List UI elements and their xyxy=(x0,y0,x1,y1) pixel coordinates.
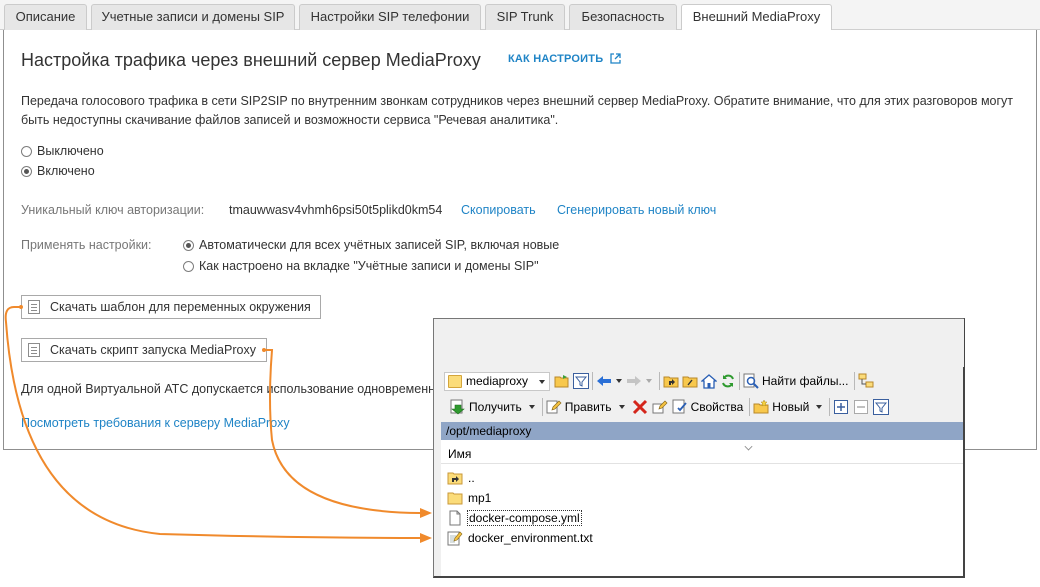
document-icon xyxy=(28,343,40,357)
home-icon[interactable] xyxy=(700,373,718,389)
download-env-template-label: Скачать шаблон для переменных окружения xyxy=(50,300,311,314)
parent-folder-icon[interactable] xyxy=(663,373,679,389)
forward-dropdown-icon xyxy=(646,379,652,383)
properties-icon[interactable] xyxy=(672,399,688,415)
apply-auto-option[interactable]: Автоматически для всех учётных записей S… xyxy=(183,238,559,252)
arrow-env-template-head xyxy=(420,533,432,543)
download-env-template-button[interactable]: Скачать шаблон для переменных окружения xyxy=(21,295,321,319)
folder-combo-value: mediaproxy xyxy=(466,374,529,388)
download-start-script-button[interactable]: Скачать скрипт запуска MediaProxy xyxy=(21,338,267,362)
new-folder-icon[interactable] xyxy=(753,399,769,415)
delete-icon[interactable] xyxy=(632,399,648,415)
howto-link[interactable]: КАК НАСТРОИТЬ xyxy=(508,53,621,65)
file-name: docker_environment.txt xyxy=(468,531,593,545)
download-start-script-label: Скачать скрипт запуска MediaProxy xyxy=(50,343,256,357)
document-icon xyxy=(28,300,40,314)
mode-off-label: Выключено xyxy=(37,144,104,158)
list-item[interactable]: docker_environment.txt xyxy=(447,528,593,548)
tab-sip-settings[interactable]: Настройки SIP телефонии xyxy=(299,4,481,30)
refresh-icon[interactable] xyxy=(720,373,736,389)
toolbar-separator xyxy=(659,372,660,390)
current-path-bar: /opt/mediaproxy xyxy=(441,422,963,440)
column-name-label: Имя xyxy=(448,447,472,461)
find-files-icon[interactable] xyxy=(743,373,759,389)
external-link-icon xyxy=(609,53,621,64)
toolbar-separator xyxy=(854,372,856,390)
find-files-button[interactable]: Найти файлы... xyxy=(762,374,848,388)
rename-icon[interactable] xyxy=(652,399,668,415)
toolbar-separator xyxy=(739,372,740,390)
mode-off-radio[interactable] xyxy=(21,145,32,157)
howto-link-label: КАК НАСТРОИТЬ xyxy=(508,53,604,65)
list-item[interactable]: .. xyxy=(447,468,475,488)
back-arrow-icon[interactable] xyxy=(596,373,612,389)
back-dropdown-icon[interactable] xyxy=(616,379,622,383)
requirements-link[interactable]: Посмотреть требования к серверу MediaPro… xyxy=(21,416,290,430)
toolbar-separator xyxy=(749,398,751,416)
file-name: .. xyxy=(468,471,475,485)
mode-off-option[interactable]: Выключено xyxy=(21,144,104,158)
apply-settings-label: Применять настройки: xyxy=(21,238,152,252)
toolbar-navigation: mediaproxy Найти файлы... xyxy=(434,369,964,393)
root-folder-icon[interactable] xyxy=(682,373,698,389)
file-manager-header xyxy=(434,319,964,367)
filter-icon[interactable] xyxy=(873,399,890,415)
copy-key-link[interactable]: Скопировать xyxy=(461,203,536,217)
tab-security[interactable]: Безопасность xyxy=(569,4,677,30)
folder-icon xyxy=(447,490,463,506)
auth-key-value: tmauwwasv4vhmh6psi50t5plikd0km54 xyxy=(229,203,443,217)
toolbar-separator xyxy=(541,398,543,416)
edit-dropdown-icon[interactable] xyxy=(618,405,625,409)
get-dropdown-icon[interactable] xyxy=(528,405,535,409)
edit-icon[interactable] xyxy=(546,399,562,415)
auth-key-label: Уникальный ключ авторизации: xyxy=(21,203,205,217)
new-dropdown-icon[interactable] xyxy=(816,405,823,409)
generate-key-link[interactable]: Сгенерировать новый ключ xyxy=(557,203,716,217)
list-item[interactable]: mp1 xyxy=(447,488,491,508)
file-icon xyxy=(447,510,463,526)
apply-manual-radio[interactable] xyxy=(183,260,194,272)
plus-icon[interactable] xyxy=(833,399,849,415)
mode-on-radio[interactable] xyxy=(21,165,32,177)
toolbar-separator xyxy=(829,398,831,416)
toolbar-actions: Получить Править Свойства Новый xyxy=(434,395,964,419)
column-header-name[interactable]: Имя xyxy=(441,440,963,464)
tab-sip-accounts[interactable]: Учетные записи и домены SIP xyxy=(91,4,295,30)
apply-manual-option[interactable]: Как настроено на вкладке "Учётные записи… xyxy=(183,259,539,273)
tab-sip-trunk[interactable]: SIP Trunk xyxy=(485,4,565,30)
filter-icon[interactable] xyxy=(573,373,589,389)
toolbar-separator xyxy=(592,372,593,390)
edit-button[interactable]: Править xyxy=(565,400,612,414)
folder-combo[interactable]: mediaproxy xyxy=(444,371,550,391)
list-item[interactable]: docker-compose.yml xyxy=(447,508,582,528)
limit-note: Для одной Виртуальной АТС допускается ис… xyxy=(21,382,436,396)
tree-view-icon[interactable] xyxy=(858,373,874,389)
open-folder-icon[interactable] xyxy=(554,373,570,389)
parent-folder-icon xyxy=(447,470,463,486)
page-title: Настройка трафика через внешний сервер M… xyxy=(21,50,481,70)
mode-on-option[interactable]: Включено xyxy=(21,164,95,178)
get-button[interactable]: Получить xyxy=(469,400,522,414)
tab-external-mediaproxy[interactable]: Внешний MediaProxy xyxy=(681,4,832,31)
apply-auto-label: Автоматически для всех учётных записей S… xyxy=(199,238,560,252)
apply-manual-label: Как настроено на вкладке "Учётные записи… xyxy=(199,259,539,273)
new-button[interactable]: Новый xyxy=(772,400,809,414)
apply-auto-radio[interactable] xyxy=(183,239,194,251)
arrow-start-script-head xyxy=(420,508,432,518)
file-name: mp1 xyxy=(468,491,492,505)
description-text: Передача голосового трафика в сети SIP2S… xyxy=(21,94,1014,127)
file-list: Имя .. mp1 docker-compose.yml docker_env… xyxy=(441,440,963,576)
minus-icon xyxy=(853,399,869,415)
tab-bar: Описание Учетные записи и домены SIP Нас… xyxy=(0,0,1040,31)
text-file-icon xyxy=(447,530,463,546)
folder-icon xyxy=(448,374,462,388)
chevron-down-icon xyxy=(539,379,545,384)
download-icon[interactable] xyxy=(450,399,466,415)
properties-button[interactable]: Свойства xyxy=(691,400,744,414)
sort-chevron-icon xyxy=(744,442,753,451)
file-name: docker-compose.yml xyxy=(467,510,582,526)
forward-arrow-icon xyxy=(626,373,642,389)
mode-on-label: Включено xyxy=(37,164,95,178)
tab-description[interactable]: Описание xyxy=(4,4,87,30)
